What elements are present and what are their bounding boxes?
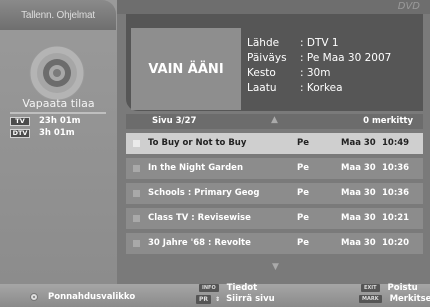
checkbox[interactable] [133,215,140,222]
disk-icon [29,45,85,101]
top-bar: DVD [117,0,430,14]
footer-bar: Ponnahdusvalikko INFO Tiedot PR ⇕ Siirrä… [0,283,430,307]
recording-title: 30 Jahre '68 : Revolte [148,238,251,248]
program-details: Lähde : DTV 1 Päiväys : Pe Maa 30 2007 Kes… [247,36,422,96]
mark-key-icon: MARK [359,295,382,303]
recording-time: 10:49 [382,138,410,148]
info-label: Tiedot [226,283,258,293]
left-panel: Tallenn. Ohjelmat Vapaata tilaa TV 23h 0… [0,0,117,284]
recording-list: To Buy or Not to Buy Pe Maa 30 10:49 In … [126,133,423,258]
free-space-dtv: DTV 3h 01m [10,128,75,138]
marked-count: 0 merkitty [363,116,413,126]
recording-title: Schools : Primary Geog [148,188,260,198]
page-indicator: Sivu 3/27 [152,116,197,126]
pr-arrows-icon: ⇕ [215,295,221,303]
detail-value: : DTV 1 [300,37,339,49]
recording-row[interactable]: Schools : Primary Geog Pe Maa 30 10:36 [126,183,423,204]
checkbox[interactable] [133,140,140,147]
program-thumbnail: VAIN ÄÄNI [131,28,241,110]
radio-icon [30,293,38,301]
detail-key: Kesto [247,67,276,79]
recording-row[interactable]: To Buy or Not to Buy Pe Maa 30 10:49 [126,133,423,154]
mark-hint[interactable]: MARK Merkitse [359,294,430,304]
info-key-icon: INFO [199,284,219,292]
recording-title: To Buy or Not to Buy [148,138,247,148]
scroll-up-icon[interactable]: ▲ [271,115,278,125]
free-space-label: Vapaata tilaa [22,97,95,110]
free-space-value: 23h 01m [39,116,81,126]
popup-menu-label: Ponnahdusvalikko [48,292,136,302]
recording-title: In the Night Garden [148,163,244,173]
detail-value: : 30m [300,67,331,79]
exit-label: Poistu [387,283,418,293]
detail-key: Laatu [247,82,277,94]
checkbox[interactable] [133,165,140,172]
detail-value: : Pe Maa 30 2007 [300,52,392,64]
recording-day: Pe [297,238,309,248]
recording-date: Maa 30 [341,163,376,173]
tv-badge: TV [10,116,30,126]
page-hint[interactable]: PR ⇕ Siirrä sivu [196,294,275,304]
pr-label: Siirrä sivu [226,294,275,304]
detail-key: Päiväys [247,52,287,64]
checkbox[interactable] [133,240,140,247]
scroll-down-icon[interactable]: ▼ [272,262,279,272]
pr-key-icon: PR [196,294,212,304]
detail-value: : Korkea [300,82,343,94]
brand-logo: DVD [397,1,420,12]
recording-day: Pe [297,163,309,173]
recording-date: Maa 30 [341,188,376,198]
detail-key: Lähde [247,37,280,49]
recording-time: 10:36 [382,188,410,198]
divider [10,112,106,114]
recording-time: 10:20 [382,238,410,248]
mark-label: Merkitse [389,294,430,304]
recording-day: Pe [297,138,309,148]
checkbox[interactable] [133,190,140,197]
recording-date: Maa 30 [341,213,376,223]
recording-date: Maa 30 [341,138,376,148]
list-header: Sivu 3/27 ▲ 0 merkitty [126,114,423,129]
exit-key-icon: EXIT [361,284,380,292]
recording-time: 10:21 [382,213,410,223]
recording-row[interactable]: In the Night Garden Pe Maa 30 10:36 [126,158,423,179]
exit-hint[interactable]: EXIT Poistu [361,283,418,293]
recording-row[interactable]: Class TV : Revisewise Pe Maa 30 10:21 [126,208,423,229]
popup-menu-hint[interactable]: Ponnahdusvalikko [30,292,135,302]
recording-day: Pe [297,213,309,223]
recordings-tab[interactable]: Tallenn. Ohjelmat [0,0,116,30]
recording-title: Class TV : Revisewise [148,213,251,223]
recording-time: 10:36 [382,163,410,173]
recording-row[interactable]: 30 Jahre '68 : Revolte Pe Maa 30 10:20 [126,233,423,254]
free-space-tv: TV 23h 01m [10,116,81,126]
free-space-value: 3h 01m [39,128,75,138]
recording-date: Maa 30 [341,238,376,248]
info-hint[interactable]: INFO Tiedot [199,283,257,293]
recording-day: Pe [297,188,309,198]
dtv-badge: DTV [10,128,30,138]
